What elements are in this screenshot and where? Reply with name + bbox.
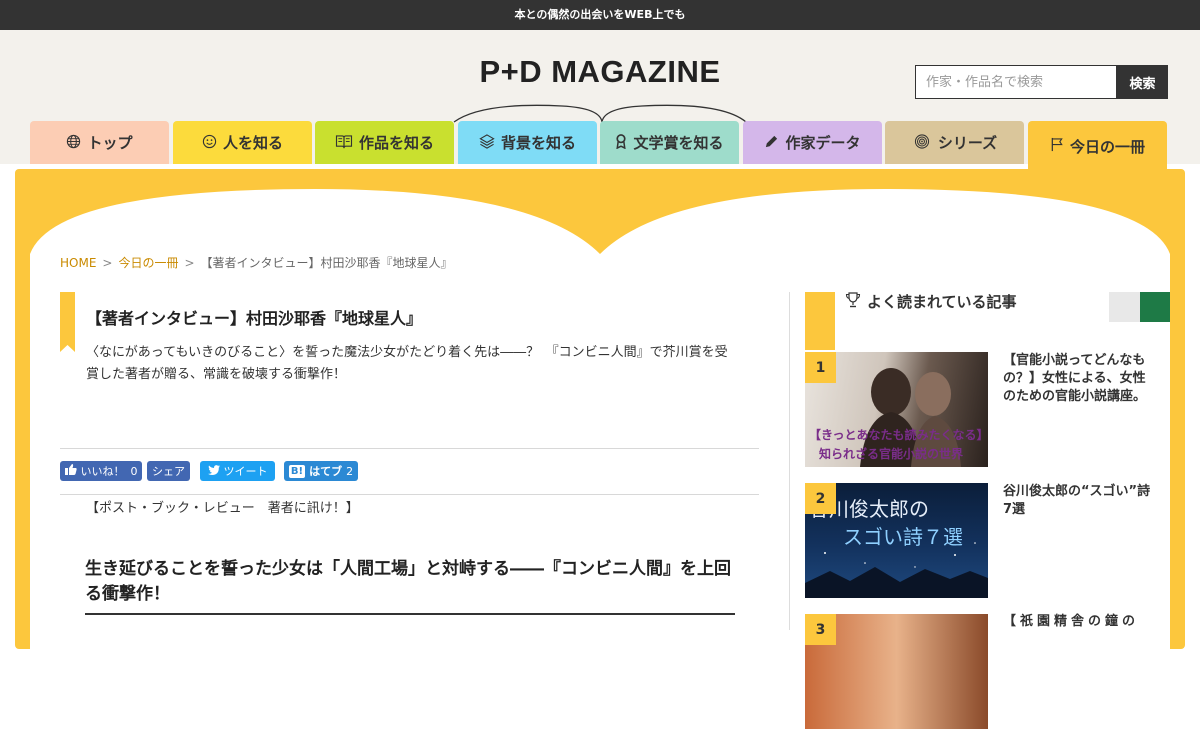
tab-top[interactable]: トップ: [30, 121, 169, 164]
tab-label: 人を知る: [222, 134, 283, 152]
popular-item-title[interactable]: 谷川俊太郎の“スゴい”詩7選: [1003, 483, 1158, 519]
popular-accent-bar: [805, 292, 835, 350]
article-lead: 〈なにがあってもいきのびること〉を誓った魔法少女がたどり着く先は――？ 『コンビ…: [86, 345, 728, 382]
spiral-icon: [912, 133, 932, 152]
breadcrumb-section[interactable]: 今日の一冊: [118, 256, 178, 270]
main-nav: トップ 人を知る 作品を知る 背景を知る 文学賞を知る 作家データ シリーズ 今…: [30, 121, 1170, 171]
hatena-label: はてブ: [309, 465, 343, 478]
globe-icon: [66, 134, 81, 152]
column-divider: [789, 292, 790, 630]
tab-label: 作品を知る: [358, 134, 434, 152]
tab-series[interactable]: シリーズ: [885, 121, 1024, 164]
smiley-icon: [202, 134, 217, 152]
tab-awards[interactable]: 文学賞を知る: [600, 121, 739, 164]
breadcrumb-current: 【著者インタビュー】村田沙耶香『地球星人』: [200, 256, 453, 270]
twitter-bird-icon: [207, 464, 220, 478]
tab-label: シリーズ: [937, 134, 998, 152]
divider: [60, 494, 759, 495]
thumb-caption: 【きっとあなたも読みたくなる】: [809, 428, 988, 442]
tab-label: 今日の一冊: [1069, 137, 1145, 156]
thumb-caption: 知られざる官能小説の世界: [819, 447, 964, 461]
layers-icon: [479, 133, 495, 152]
popular-heading-label: よく読まれている記事: [867, 293, 1017, 311]
site-logo[interactable]: P+D MAGAZINE: [452, 54, 748, 123]
flag-icon: [1050, 137, 1064, 155]
tab-book-of-the-day[interactable]: 今日の一冊: [1028, 121, 1167, 171]
pen-icon: [764, 134, 779, 152]
tab-label: トップ: [87, 134, 133, 152]
title-accent-bar: [60, 292, 75, 352]
book-icon: [335, 134, 353, 152]
tab-label: 作家データ: [785, 134, 861, 152]
tab-label: 文学賞を知る: [633, 134, 724, 152]
tab-author-data[interactable]: 作家データ: [743, 121, 882, 164]
tweet-button[interactable]: ツイート: [200, 461, 275, 481]
tab-background[interactable]: 背景を知る: [458, 121, 597, 164]
thumbs-up-icon: [64, 464, 77, 478]
hatena-bookmark-button[interactable]: B! はてブ 2: [284, 461, 358, 481]
search-form: 検索: [915, 65, 1168, 99]
tab-people[interactable]: 人を知る: [173, 121, 312, 164]
thumb-caption: スゴい詩７選: [843, 525, 963, 549]
logo-arc: [453, 104, 747, 123]
tab-label: 背景を知る: [500, 134, 576, 152]
article-subheading: 生き延びることを誓った少女は「人間工場」と対峙する――『コンビニ人間』を上回る衝…: [85, 557, 735, 615]
site-tagline-bar: 本との偶然の出会いをWEB上でも: [0, 0, 1200, 30]
search-button[interactable]: 検索: [1117, 65, 1168, 99]
share-label: シェア: [152, 465, 185, 478]
divider: [60, 448, 759, 449]
tab-swatch-gray[interactable]: [1109, 292, 1140, 322]
breadcrumb-separator: >: [184, 256, 195, 270]
like-count: 0: [130, 464, 138, 478]
popular-item-title[interactable]: 【祇園精舎の鐘の: [1003, 613, 1158, 631]
like-label: いいね！: [80, 465, 125, 478]
facebook-share-button[interactable]: シェア: [147, 461, 190, 481]
facebook-like-button[interactable]: いいね！ 0: [60, 461, 142, 481]
tweet-label: ツイート: [223, 465, 268, 478]
breadcrumb-home[interactable]: HOME: [60, 256, 96, 270]
rank-badge: 2: [805, 483, 836, 514]
trophy-icon: [845, 291, 861, 312]
popular-item-title[interactable]: 【官能小説ってどんなもの？】女性による、女性のための官能小説講座。: [1003, 352, 1158, 406]
site-tagline: 本との偶然の出会いをWEB上でも: [514, 8, 686, 21]
tab-works[interactable]: 作品を知る: [315, 121, 454, 164]
article-title: 【著者インタビュー】村田沙耶香『地球星人』: [86, 309, 423, 328]
search-input[interactable]: [915, 65, 1117, 99]
breadcrumb-separator: >: [102, 256, 113, 270]
hatena-b-icon: B!: [288, 464, 306, 478]
tab-swatch-green[interactable]: [1140, 292, 1170, 322]
hatena-count: 2: [346, 464, 354, 478]
popular-articles-heading: よく読まれている記事: [845, 291, 1017, 312]
breadcrumb: HOME > 今日の一冊 > 【著者インタビュー】村田沙耶香『地球星人』: [60, 254, 453, 271]
series-label: 【ポスト・ブック・レビュー 著者に訊け！】: [86, 501, 359, 516]
rank-badge: 1: [805, 352, 836, 383]
award-icon: [615, 133, 627, 152]
